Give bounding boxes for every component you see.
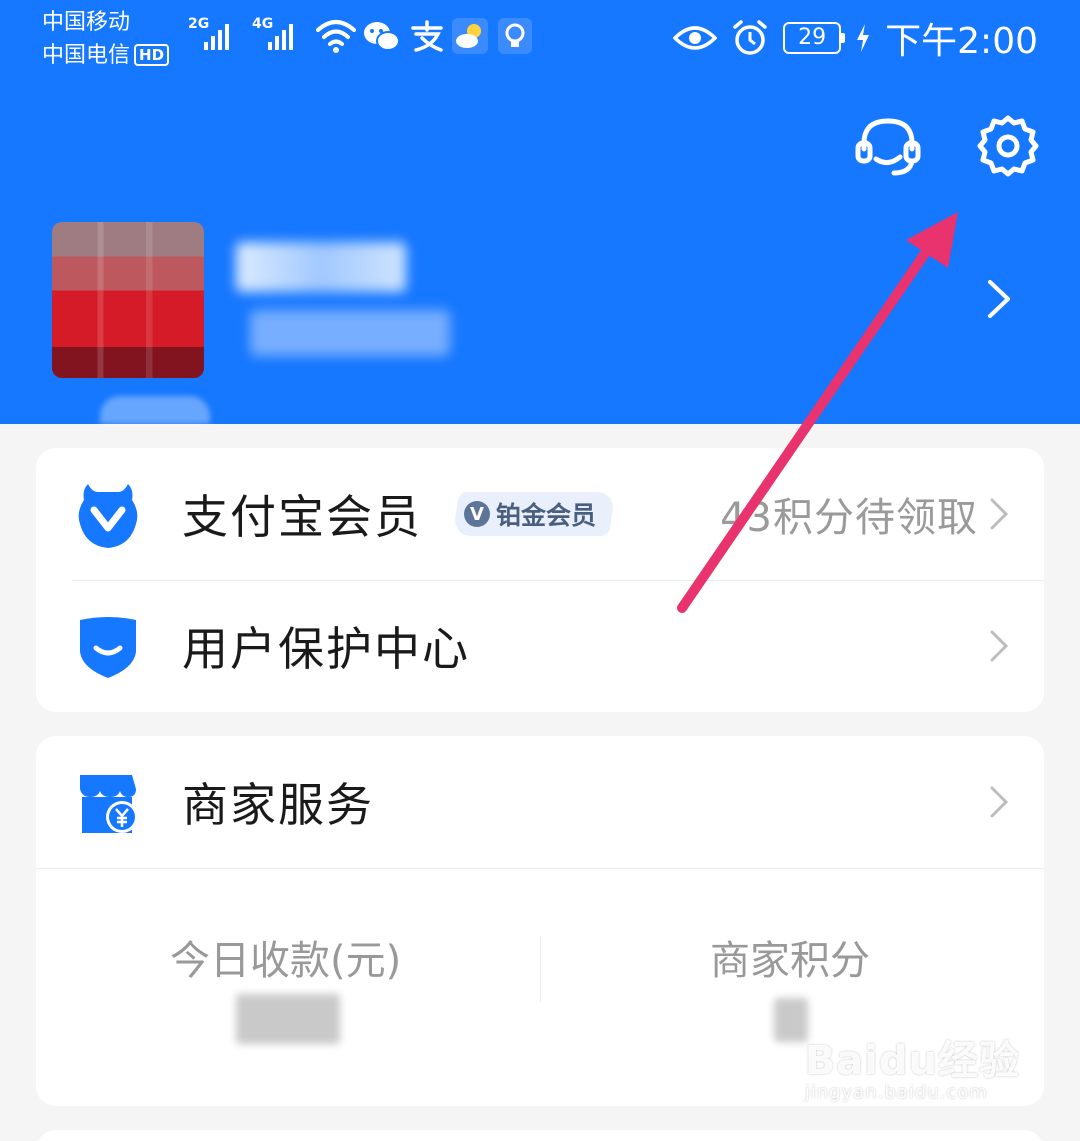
wifi-icon: [316, 20, 356, 53]
member-points-text: 43积分待领取: [720, 495, 978, 541]
member-level-badge: V 铂金会员: [452, 492, 616, 536]
today-income-label[interactable]: 今日收款(元): [170, 928, 401, 986]
settings-button[interactable]: [972, 110, 1044, 182]
stats-separator: [540, 936, 541, 1002]
protection-row[interactable]: 用户保护中心: [36, 580, 1044, 712]
chevron-right-icon: [990, 498, 1009, 530]
hd-badge: HD: [134, 44, 170, 66]
account-card: 支付宝会员 V 铂金会员 43积分待领取 用户保护中心: [36, 448, 1044, 712]
battery-indicator: 29: [783, 22, 846, 54]
wechat-icon: [364, 22, 400, 51]
chevron-right-icon: [990, 630, 1009, 662]
customer-service-button[interactable]: [852, 110, 924, 182]
today-income-value-blurred: [236, 994, 340, 1044]
eye-icon: [673, 26, 718, 50]
profile-header: 中国移动 中国电信 HD 2G 4G 29 下午2:00: [0, 0, 1080, 424]
avatar-decoration: [100, 396, 210, 424]
status-right: 29 下午2:00: [673, 14, 1038, 62]
member-label: 支付宝会员: [182, 490, 422, 544]
status-time: 下午2:00: [885, 21, 1038, 62]
avatar[interactable]: [52, 222, 204, 378]
baidu-watermark: Baidu经验 jingyan.baidu.com: [804, 1038, 1020, 1103]
alipay-status-icon: [411, 20, 443, 52]
divider: [36, 868, 1044, 869]
charging-icon: [857, 24, 870, 52]
user-name-blurred: [236, 242, 406, 292]
signal-2g-icon: 2G: [188, 16, 244, 52]
weather-icon: [452, 18, 488, 54]
merchant-points-label[interactable]: 商家积分: [710, 928, 870, 986]
chevron-right-icon: [990, 786, 1009, 818]
member-row[interactable]: 支付宝会员 V 铂金会员 43积分待领取: [36, 448, 1044, 580]
status-bar: 中国移动 中国电信 HD 2G 4G 29 下午2:00: [0, 0, 1080, 80]
carrier-1: 中国移动: [42, 10, 131, 35]
badge-v-icon: V: [464, 501, 490, 527]
signal-4g-icon: 4G: [252, 16, 308, 52]
protection-label: 用户保护中心: [182, 622, 470, 676]
profile-chevron-icon[interactable]: [984, 278, 1014, 320]
shield-icon: [74, 610, 142, 682]
member-icon: [74, 478, 142, 550]
carrier-2: 中国电信: [42, 43, 131, 68]
shop-icon: [74, 768, 142, 840]
alarm-icon: [733, 20, 767, 55]
user-account-blurred: [250, 310, 450, 356]
merchant-label: 商家服务: [182, 778, 374, 832]
next-card: [36, 1130, 1044, 1141]
carrier-info: 中国移动 中国电信 HD: [42, 6, 170, 72]
lightbulb-icon: [498, 18, 532, 54]
headset-icon: [855, 118, 921, 176]
merchant-points-value-blurred: [774, 998, 808, 1042]
gear-icon: [977, 115, 1039, 177]
merchant-row[interactable]: 商家服务: [36, 736, 1044, 868]
